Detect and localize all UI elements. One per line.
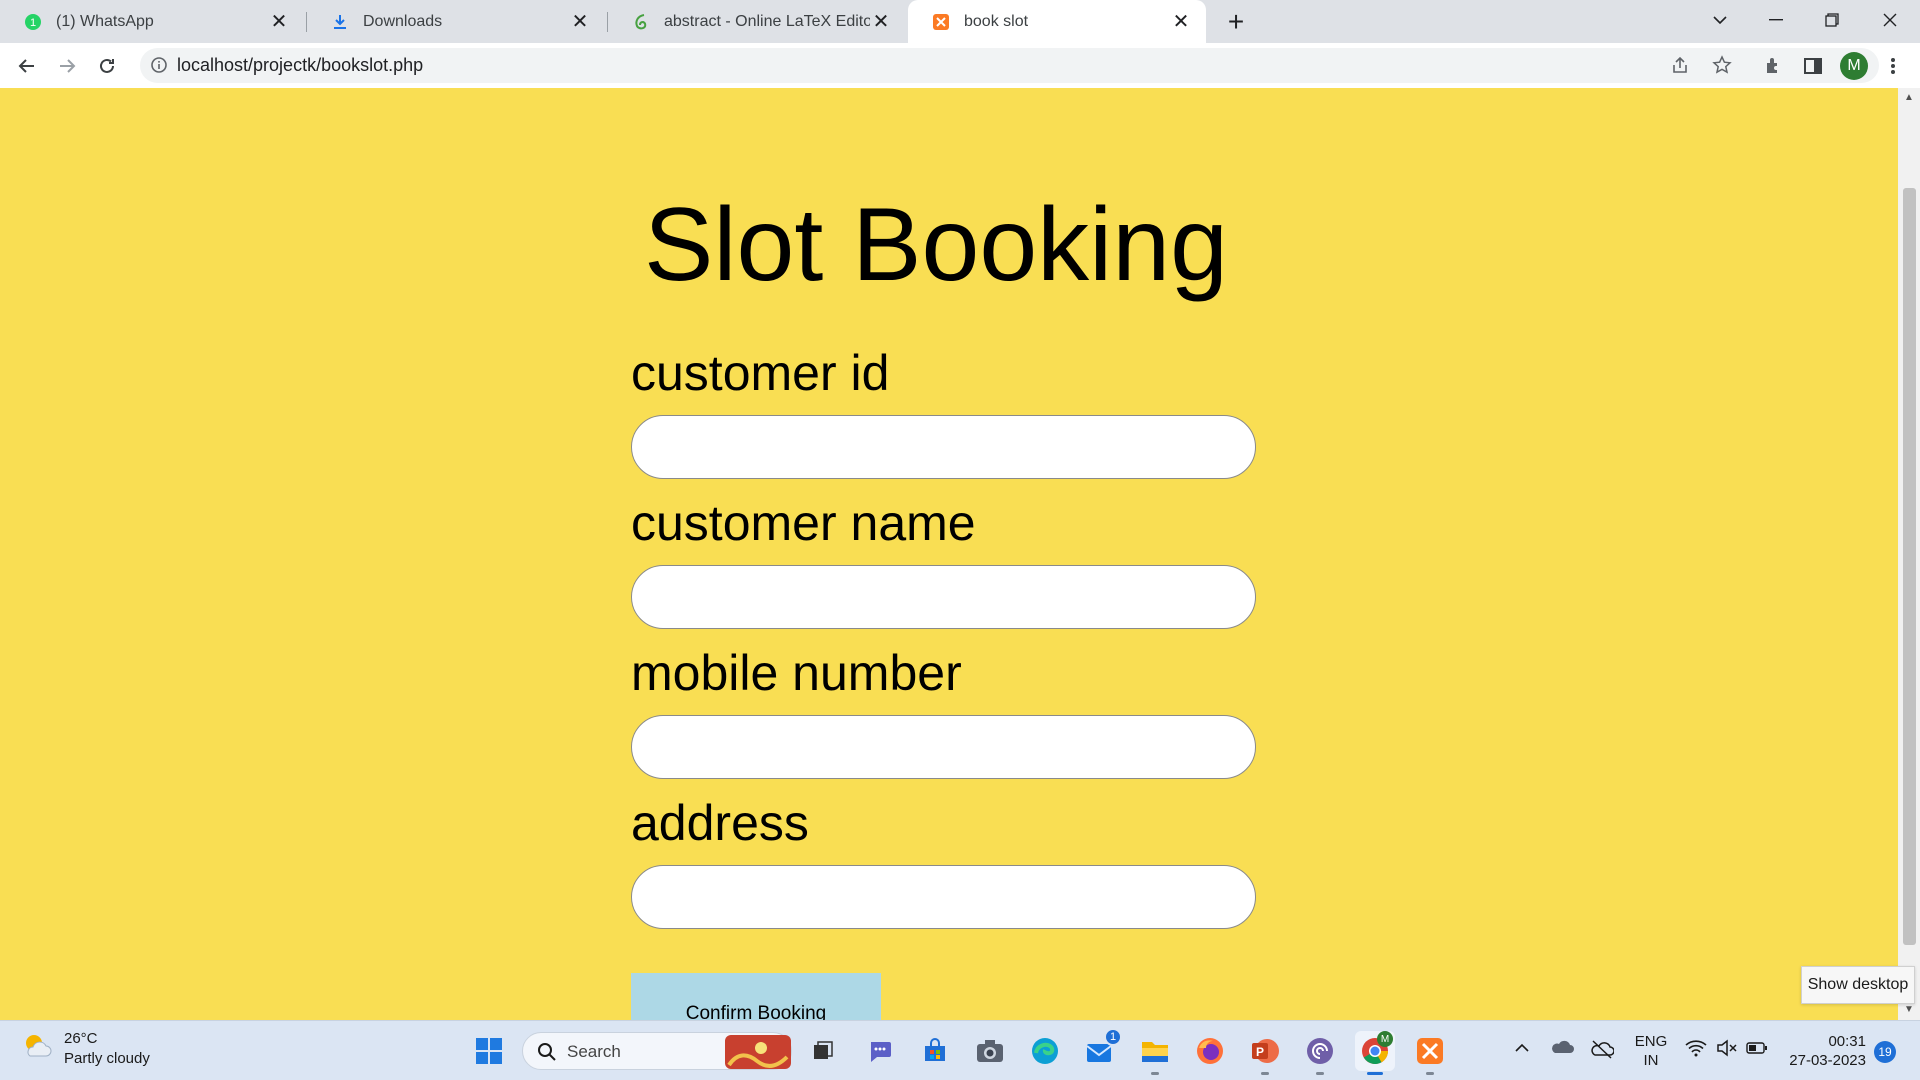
whatsapp-icon: 1 xyxy=(24,13,42,31)
running-indicator xyxy=(1367,1072,1383,1075)
customer-id-label: customer id xyxy=(631,345,890,401)
volume-muted-icon[interactable] xyxy=(1716,1039,1738,1062)
mobile-number-input[interactable] xyxy=(631,715,1256,779)
close-icon[interactable]: ✕ xyxy=(870,11,892,33)
partly-cloudy-icon xyxy=(20,1030,54,1069)
share-icon[interactable] xyxy=(1670,55,1690,80)
file-explorer-icon[interactable] xyxy=(1135,1031,1175,1075)
teams-chat-icon[interactable] xyxy=(860,1031,900,1071)
address-label: address xyxy=(631,795,809,851)
menu-icon[interactable] xyxy=(1878,51,1908,81)
confirm-booking-button[interactable]: Confirm Booking xyxy=(631,973,881,1020)
tab-title: book slot xyxy=(964,12,1029,30)
customer-name-label: customer name xyxy=(631,495,976,551)
close-window-button[interactable] xyxy=(1862,0,1918,40)
search-icon xyxy=(537,1042,557,1067)
clock-date: 27-03-2023 xyxy=(1789,1052,1866,1069)
tab-book-slot[interactable]: book slot ✕ xyxy=(908,0,1206,43)
browser-toolbar: localhost/projectk/bookslot.php xyxy=(0,43,1920,88)
close-icon[interactable]: ✕ xyxy=(1170,11,1192,33)
weather-description: Partly cloudy xyxy=(64,1050,150,1067)
taskbar: 26°C Partly cloudy Search 1 P M ENG IN 0… xyxy=(0,1020,1920,1080)
scroll-down-icon[interactable]: ▼ xyxy=(1903,1004,1915,1016)
running-indicator xyxy=(1151,1072,1159,1075)
taskbar-search[interactable]: Search xyxy=(522,1032,792,1070)
customer-id-input[interactable] xyxy=(631,415,1256,479)
search-placeholder: Search xyxy=(567,1042,621,1061)
language-code: ENG xyxy=(1634,1033,1668,1050)
address-input[interactable] xyxy=(631,865,1256,929)
microsoft-store-icon[interactable] xyxy=(915,1031,955,1071)
minimize-button[interactable] xyxy=(1748,0,1804,40)
scroll-up-icon[interactable]: ▲ xyxy=(1903,92,1915,104)
powerpoint-icon[interactable]: P xyxy=(1245,1031,1285,1075)
weather-widget[interactable]: 26°C Partly cloudy xyxy=(20,1029,150,1069)
app-spiral-icon[interactable] xyxy=(1300,1031,1340,1075)
mail-icon[interactable]: 1 xyxy=(1080,1028,1122,1071)
customer-name-input[interactable] xyxy=(631,565,1256,629)
new-tab-button[interactable]: + xyxy=(1220,6,1252,38)
battery-icon[interactable] xyxy=(1746,1041,1768,1060)
page-scrollbar[interactable]: ▲ ▼ xyxy=(1898,88,1920,1020)
tab-overleaf[interactable]: abstract - Online LaTeX Editor Ov ✕ xyxy=(608,0,906,43)
running-indicator xyxy=(1261,1072,1269,1075)
language-region: IN xyxy=(1643,1052,1659,1069)
forward-button[interactable] xyxy=(52,51,82,81)
show-hidden-icons-chevron-icon[interactable] xyxy=(1514,1041,1530,1059)
running-indicator xyxy=(1316,1072,1324,1075)
svg-text:P: P xyxy=(1256,1045,1264,1059)
url-text[interactable]: localhost/projectk/bookslot.php xyxy=(177,48,423,83)
onedrive-icon[interactable] xyxy=(1550,1039,1574,1060)
tab-title: abstract - Online LaTeX Editor Ov xyxy=(664,12,870,30)
cloud-offline-icon[interactable] xyxy=(1590,1039,1615,1064)
notification-badge[interactable]: 19 xyxy=(1874,1041,1896,1063)
show-desktop-tooltip: Show desktop xyxy=(1801,966,1915,1004)
extensions-icon[interactable] xyxy=(1758,51,1788,81)
chrome-icon[interactable]: M xyxy=(1355,1031,1395,1075)
clock-time: 00:31 xyxy=(1828,1033,1866,1050)
page-title: Slot Booking xyxy=(644,187,1228,303)
page-viewport: Slot Booking customer id customer name m… xyxy=(0,88,1898,1020)
tab-search-chevron-icon[interactable] xyxy=(1692,0,1748,40)
task-view-icon[interactable] xyxy=(803,1031,843,1071)
tab-title: (1) WhatsApp xyxy=(56,12,154,30)
scroll-thumb[interactable] xyxy=(1903,188,1916,945)
start-button[interactable] xyxy=(469,1031,509,1071)
camera-icon[interactable] xyxy=(970,1031,1010,1071)
address-bar[interactable]: localhost/projectk/bookslot.php xyxy=(140,48,1879,83)
mobile-number-label: mobile number xyxy=(631,645,962,701)
edge-icon[interactable] xyxy=(1025,1031,1065,1071)
svg-text:1: 1 xyxy=(30,17,36,29)
close-icon[interactable]: ✕ xyxy=(268,11,290,33)
download-icon xyxy=(331,13,349,31)
tab-title: Downloads xyxy=(363,12,443,30)
wifi-icon[interactable] xyxy=(1685,1039,1707,1062)
xampp-icon xyxy=(932,13,950,31)
xampp-icon[interactable] xyxy=(1410,1031,1450,1075)
side-panel-icon[interactable] xyxy=(1798,51,1828,81)
search-highlight-icon xyxy=(725,1035,791,1074)
tab-whatsapp[interactable]: 1 (1) WhatsApp ✕ xyxy=(0,0,304,43)
restore-button[interactable] xyxy=(1804,0,1860,40)
reload-button[interactable] xyxy=(92,51,122,81)
profile-avatar[interactable]: M xyxy=(1840,52,1868,80)
weather-temperature: 26°C xyxy=(64,1030,98,1047)
info-icon[interactable] xyxy=(150,56,168,74)
mail-badge: 1 xyxy=(1104,1028,1122,1046)
overleaf-icon xyxy=(632,13,650,31)
tab-downloads[interactable]: Downloads ✕ xyxy=(307,0,605,43)
bookmark-star-icon[interactable] xyxy=(1712,55,1732,80)
running-indicator xyxy=(1426,1072,1434,1075)
close-icon[interactable]: ✕ xyxy=(569,11,591,33)
chrome-profile-badge: M xyxy=(1377,1031,1393,1047)
firefox-icon[interactable] xyxy=(1190,1031,1230,1071)
language-indicator[interactable]: ENG IN xyxy=(1630,1032,1672,1070)
tab-strip: 1 (1) WhatsApp ✕ Downloads ✕ abstract - … xyxy=(0,0,1920,43)
clock[interactable]: 00:31 27-03-2023 xyxy=(1782,1032,1866,1070)
back-button[interactable] xyxy=(12,51,42,81)
